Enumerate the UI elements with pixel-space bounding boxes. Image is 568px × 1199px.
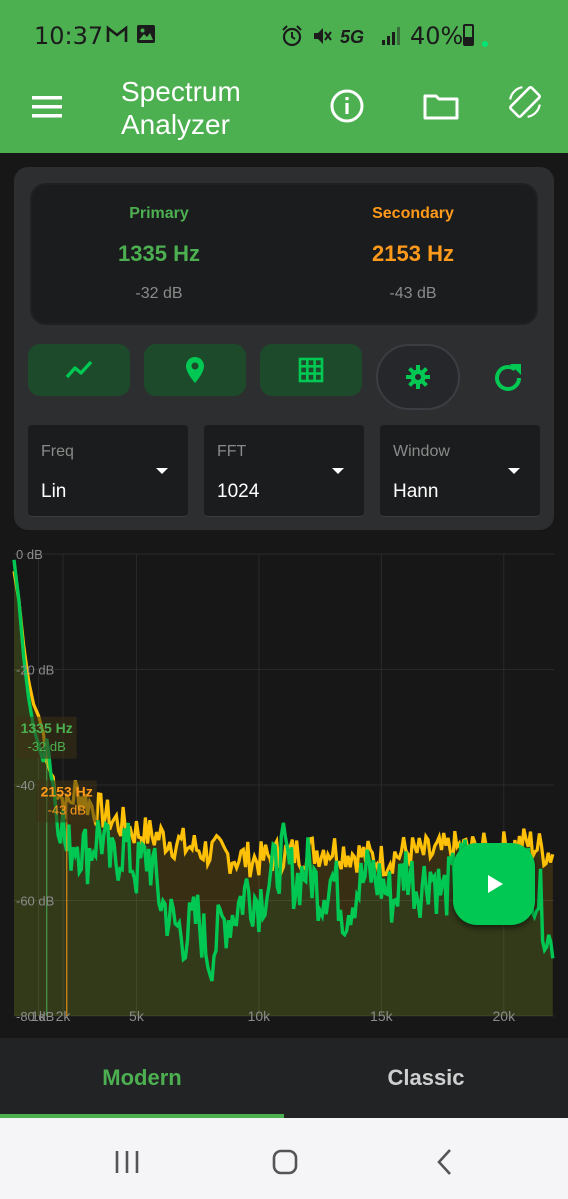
secondary-label: Secondary (372, 205, 454, 222)
line-chart-icon (65, 360, 93, 379)
x-tick-label: 5k (129, 1008, 145, 1024)
secondary-db: -43 dB (389, 285, 437, 302)
mute-icon (314, 28, 332, 44)
map-pin-icon (186, 357, 204, 383)
image-icon (137, 25, 155, 43)
y-tick-label: -20 dB (16, 663, 54, 678)
tab-modern[interactable]: Modern (0, 1038, 284, 1118)
secondary-readout: Secondary 2153 Hz -43 dB (286, 205, 540, 303)
back-icon[interactable] (425, 1142, 465, 1182)
network-5g-icon: 5G (340, 27, 365, 47)
marker-freq-label: 1335 Hz (21, 720, 73, 736)
x-tick-label: 20k (493, 1008, 517, 1024)
status-time: 10:37 (34, 22, 104, 50)
peak-readout: Primary 1335 Hz -32 dB Secondary 2153 Hz… (30, 183, 538, 325)
x-tick-label: 15k (370, 1008, 394, 1024)
spectrum-plot[interactable]: 1335 Hz -32 dB 2153 Hz -43 dB 0 dB -20 dB -40… (0, 542, 568, 1037)
status-dot (482, 41, 488, 47)
marker-button[interactable] (144, 344, 246, 396)
fft-select-value: 1024 (217, 481, 260, 502)
window-select-label: Window (393, 443, 450, 460)
y-tick-label: -40 (16, 778, 35, 793)
play-button[interactable] (453, 843, 535, 925)
app-title: Spectrum Analyzer (121, 76, 241, 140)
primary-db: -32 dB (135, 285, 183, 302)
fft-select-label: FFT (217, 443, 247, 460)
info-icon[interactable] (327, 86, 367, 126)
tab-classic[interactable]: Classic (284, 1038, 568, 1118)
x-tick-label: 1k (31, 1008, 47, 1024)
x-tick-label: 2k (56, 1008, 72, 1024)
alarm-icon (282, 25, 302, 47)
grid-icon (298, 357, 324, 383)
window-select[interactable]: Window Hann (380, 425, 540, 517)
primary-frequency: 1335 Hz (118, 241, 200, 266)
primary-readout: Primary 1335 Hz -32 dB (32, 205, 286, 303)
play-icon (488, 875, 503, 893)
marker-freq-label: 2153 Hz (41, 783, 93, 799)
app-bar: Spectrum Analyzer (0, 60, 568, 153)
freq-scale-select[interactable]: Freq Lin (28, 425, 188, 517)
window-select-value: Hann (393, 481, 439, 502)
bottom-tab-bar: Modern Classic (0, 1038, 568, 1118)
primary-label: Primary (129, 205, 189, 222)
fft-size-select[interactable]: FFT 1024 (204, 425, 364, 517)
refresh-icon[interactable] (488, 358, 528, 398)
freq-select-label: Freq (41, 443, 74, 460)
status-bar: 10:37 5G 40% (0, 0, 568, 60)
y-tick-label: -60 dB (16, 894, 54, 909)
line-chart-button[interactable] (28, 344, 130, 396)
system-nav-bar (0, 1118, 568, 1199)
gmail-icon (106, 25, 128, 42)
home-icon[interactable] (265, 1142, 305, 1182)
status-left-icons (106, 24, 156, 44)
chevron-down-icon (156, 468, 168, 474)
battery-icon (463, 24, 474, 46)
freq-select-value: Lin (41, 481, 67, 502)
screen-rotation-icon[interactable] (505, 82, 545, 122)
signal-icon (382, 27, 400, 45)
y-tick-label: 0 dB (16, 547, 43, 562)
settings-button[interactable] (376, 344, 460, 410)
menu-icon[interactable] (28, 88, 68, 128)
folder-icon[interactable] (421, 86, 461, 126)
chevron-down-icon (332, 468, 344, 474)
recent-apps-icon[interactable] (107, 1142, 147, 1182)
grid-button[interactable] (260, 344, 362, 396)
marker-db-label: -43 dB (48, 802, 86, 817)
marker-db-label: -32 dB (28, 739, 66, 754)
battery-percent: 40% (410, 22, 464, 50)
secondary-frequency: 2153 Hz (372, 241, 454, 266)
x-tick-label: 10k (248, 1008, 272, 1024)
chevron-down-icon (508, 468, 520, 474)
gear-icon (406, 365, 430, 389)
